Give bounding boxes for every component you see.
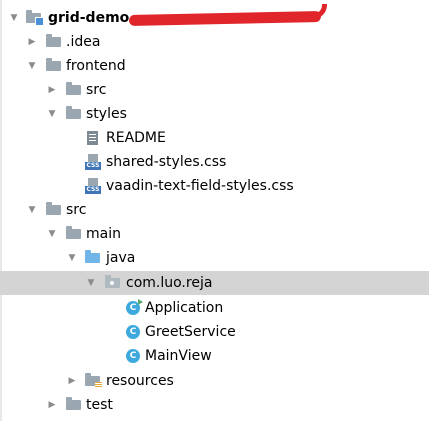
tree-item-label: src — [86, 82, 107, 98]
tree-item-label: frontend — [66, 58, 126, 74]
tree-item-label: Application — [145, 300, 224, 316]
expand-arrow-icon[interactable]: ▼ — [26, 198, 38, 222]
expand-arrow-icon[interactable]: ▼ — [66, 246, 78, 270]
tree-item-resources[interactable]: ▶ resources — [0, 369, 429, 393]
expand-arrow-icon[interactable]: ▼ — [85, 271, 97, 295]
folder-icon — [66, 82, 82, 98]
tree-item-src[interactable]: ▼ src — [0, 198, 429, 222]
class-icon: C — [125, 324, 141, 340]
collapse-arrow-icon[interactable]: ▶ — [26, 30, 38, 54]
tree-item-java[interactable]: ▼ java — [0, 246, 429, 270]
package-icon — [105, 275, 121, 291]
tree-item-grid-demo[interactable]: ▼ grid-demo — [0, 4, 429, 30]
css-file-icon: CSS — [85, 178, 101, 194]
folder-icon — [66, 397, 82, 413]
tree-item-label: java — [106, 250, 136, 266]
tree-item-frontend-src[interactable]: ▶ src — [0, 78, 429, 102]
resources-folder-icon — [85, 373, 102, 389]
tree-item-label: src — [66, 202, 87, 218]
tree-item-label: test — [86, 397, 113, 413]
project-tree: ▼ grid-demo ▶ .idea ▼ frontend ▶ src ▼ s… — [0, 0, 429, 421]
tree-item-test[interactable]: ▶ test — [0, 393, 429, 417]
tree-item-label: README — [106, 130, 166, 146]
tree-item-label: grid-demo — [48, 10, 130, 26]
tree-item-label: GreetService — [145, 324, 236, 340]
tree-item-label: styles — [86, 106, 127, 122]
tree-item-label: resources — [106, 373, 174, 389]
tree-item-frontend[interactable]: ▼ frontend — [0, 54, 429, 78]
tree-item-vaadin-styles[interactable]: CSS vaadin-text-field-styles.css — [0, 174, 429, 198]
collapse-arrow-icon[interactable]: ▶ — [66, 369, 78, 393]
collapse-arrow-icon[interactable]: ▶ — [46, 78, 58, 102]
tree-item-label: .idea — [66, 34, 101, 50]
css-file-icon: CSS — [85, 154, 101, 170]
tree-item-styles[interactable]: ▼ styles — [0, 102, 429, 126]
tree-item-label: main — [86, 226, 121, 242]
folder-icon — [46, 34, 62, 50]
tree-item-main-view[interactable]: C MainView — [0, 344, 429, 368]
tree-item-greet-service[interactable]: C GreetService — [0, 320, 429, 344]
folder-icon — [66, 226, 82, 242]
folder-icon — [66, 106, 82, 122]
expand-arrow-icon[interactable]: ▼ — [26, 54, 38, 78]
class-icon: C — [125, 348, 141, 364]
expand-arrow-icon[interactable]: ▼ — [8, 6, 20, 30]
tree-item-application[interactable]: C Application — [0, 296, 429, 320]
tree-item-label: vaadin-text-field-styles.css — [106, 178, 294, 194]
folder-icon — [46, 202, 62, 218]
tree-item-label: MainView — [145, 348, 212, 364]
tree-item-readme[interactable]: README — [0, 126, 429, 150]
text-file-icon — [85, 130, 101, 146]
tree-item-idea[interactable]: ▶ .idea — [0, 30, 429, 54]
tree-item-main[interactable]: ▼ main — [0, 222, 429, 246]
expand-arrow-icon[interactable]: ▼ — [46, 102, 58, 126]
tree-item-label: shared-styles.css — [106, 154, 227, 170]
tree-item-shared-styles[interactable]: CSS shared-styles.css — [0, 150, 429, 174]
tree-item-package[interactable]: ▼ com.luo.reja — [0, 271, 429, 295]
expand-arrow-icon[interactable]: ▼ — [46, 222, 58, 246]
source-folder-icon — [85, 250, 101, 266]
folder-icon — [46, 58, 62, 74]
collapse-arrow-icon[interactable]: ▶ — [46, 393, 58, 417]
module-folder-icon — [26, 10, 44, 26]
runnable-class-icon: C — [125, 299, 143, 316]
tree-item-label: com.luo.reja — [126, 275, 213, 291]
